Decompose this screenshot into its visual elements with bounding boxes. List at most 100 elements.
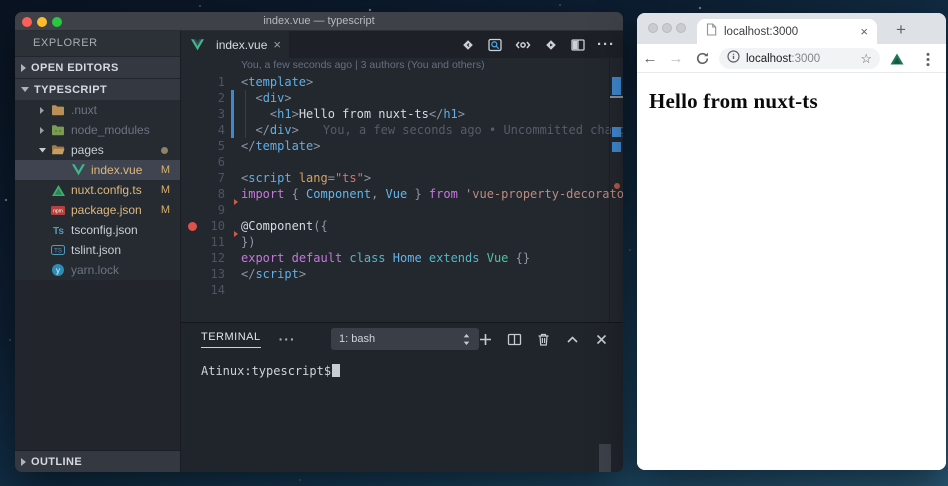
tree-item-.nuxt[interactable]: .nuxt <box>15 100 180 120</box>
desktop: index.vue — typescript EXPLORER OPEN EDI… <box>0 0 948 486</box>
outline-label: OUTLINE <box>31 451 82 473</box>
outline-section[interactable]: OUTLINE <box>15 450 180 472</box>
open-editors-section[interactable]: OPEN EDITORS <box>15 56 180 78</box>
codelens-annotation[interactable]: You, a few seconds ago | 3 authors (You … <box>241 59 485 71</box>
browser-tab[interactable]: localhost:3000 × <box>697 19 877 44</box>
address-bar[interactable]: localhost:3000 ☆ <box>719 48 880 69</box>
more-actions-icon[interactable]: ··· <box>597 40 615 50</box>
tree-item-pages[interactable]: pages <box>15 140 180 160</box>
tslint-icon: TS <box>49 244 67 256</box>
file-label: tsconfig.json <box>71 223 180 237</box>
terminal-panel: TERMINAL ··· 1: bash Atinux:typescript$ <box>180 322 623 472</box>
code-line-9: 9 <box>181 202 609 218</box>
line-number: 1 <box>181 74 225 90</box>
editor-region: index.vue × ··· You, a few seconds ago |… <box>180 31 623 322</box>
tree-item-yarn.lock[interactable]: yyarn.lock <box>15 260 180 280</box>
red-marker-icon <box>234 231 238 237</box>
line-number: 10 <box>181 218 225 234</box>
terminal-scrollbar[interactable] <box>599 444 611 472</box>
menu-icon[interactable] <box>926 52 930 72</box>
terminal-prompt: Atinux:typescript$ <box>181 355 623 379</box>
project-section[interactable]: TYPESCRIPT <box>15 78 180 100</box>
code-line-7: 7<script lang="ts"> <box>181 170 609 186</box>
minimize-window-button[interactable] <box>662 23 672 33</box>
address-text: localhost:3000 <box>746 53 854 65</box>
shell-select[interactable]: 1: bash <box>331 328 479 350</box>
terminal-header: TERMINAL ··· 1: bash <box>181 323 623 355</box>
show-source-icon[interactable] <box>514 37 532 53</box>
folder-open-icon <box>49 144 67 156</box>
select-arrows-icon <box>462 333 471 346</box>
open-editors-label: OPEN EDITORS <box>31 57 119 79</box>
tree-item-index.vue[interactable]: index.vueM <box>15 160 180 180</box>
page-icon <box>706 23 717 41</box>
git-modified-gutter <box>231 90 234 106</box>
browser-tabstrip: localhost:3000 × + <box>637 13 946 44</box>
folder-npm-icon <box>49 124 67 136</box>
ruler-modified-mark <box>612 77 621 95</box>
ts-icon: Ts <box>49 224 67 236</box>
line-number: 13 <box>181 266 225 282</box>
shell-select-value: 1: bash <box>339 333 375 345</box>
tab-index-vue[interactable]: index.vue × <box>181 31 289 58</box>
terminal-tab[interactable]: TERMINAL <box>201 331 261 348</box>
line-number: 3 <box>181 106 225 122</box>
code-editor[interactable]: You, a few seconds ago | 3 authors (You … <box>181 58 623 322</box>
vscode-window: index.vue — typescript EXPLORER OPEN EDI… <box>15 12 623 472</box>
maximize-panel-icon[interactable] <box>565 332 580 347</box>
tree-item-node_modules[interactable]: node_modules <box>15 120 180 140</box>
file-label: .nuxt <box>71 103 180 117</box>
star-icon[interactable]: ☆ <box>860 51 872 67</box>
git-status-badge: M <box>161 204 170 216</box>
chevron-down-icon <box>21 87 29 92</box>
ruler-breakpoint-mark <box>614 183 620 189</box>
browser-content: Hello from nuxt-ts <box>637 73 946 470</box>
vue-icon <box>69 164 87 176</box>
zoom-window-button[interactable] <box>676 23 686 33</box>
line-number: 14 <box>181 282 225 298</box>
new-tab-button[interactable]: + <box>889 18 913 42</box>
overview-ruler[interactable] <box>609 58 623 322</box>
file-tree: .nuxt node_modulespagesindex.vueMnuxt.con… <box>15 100 180 280</box>
browser-window: localhost:3000 × + ← → localhost:3000 ☆ … <box>637 13 946 470</box>
tab-label: index.vue <box>216 38 267 52</box>
tree-item-nuxt.config.ts[interactable]: nuxt.config.tsM <box>15 180 180 200</box>
svg-text:Ts: Ts <box>53 226 64 236</box>
window-controls <box>648 23 686 33</box>
close-panel-icon[interactable] <box>594 332 609 347</box>
line-number: 6 <box>181 154 225 170</box>
editor-tabbar: index.vue × ··· <box>181 31 623 58</box>
git-status-badge: M <box>161 184 170 196</box>
explorer-header: EXPLORER <box>15 31 180 56</box>
close-tab-icon[interactable]: × <box>273 37 281 52</box>
editor-actions: ··· <box>460 31 615 58</box>
run-icon[interactable] <box>543 37 559 53</box>
open-preview-icon[interactable] <box>460 37 476 53</box>
terminal-body[interactable]: Atinux:typescript$ <box>181 355 623 472</box>
split-editor-icon[interactable] <box>570 37 586 53</box>
tree-item-tslint.json[interactable]: TStslint.json <box>15 240 180 260</box>
vscode-titlebar[interactable]: index.vue — typescript <box>15 12 623 31</box>
new-terminal-icon[interactable] <box>478 332 493 347</box>
reload-icon[interactable] <box>689 51 715 66</box>
split-terminal-icon[interactable] <box>507 332 522 347</box>
git-modified-gutter <box>231 122 234 138</box>
info-icon[interactable] <box>727 50 740 68</box>
tree-item-tsconfig.json[interactable]: Ts tsconfig.json <box>15 220 180 240</box>
search-editor-icon[interactable] <box>487 37 503 53</box>
extension-icon[interactable] <box>890 52 904 70</box>
vscode-main: EXPLORER OPEN EDITORS TYPESCRIPT .nuxt no… <box>15 31 623 472</box>
git-blame-annotation: You, a few seconds ago • Uncommitted cha… <box>323 123 623 137</box>
code-line-8: 8import { Component, Vue } from 'vue-pro… <box>181 186 609 202</box>
code-line-6: 6 <box>181 154 609 170</box>
more-icon[interactable]: ··· <box>279 334 296 344</box>
code-line-10: 10@Component({ <box>181 218 609 234</box>
ruler-modified-mark <box>612 127 621 137</box>
kill-terminal-icon[interactable] <box>536 332 551 347</box>
tree-item-package.json[interactable]: npmpackage.jsonM <box>15 200 180 220</box>
close-tab-icon[interactable]: × <box>860 24 868 39</box>
git-status-badge: M <box>161 164 170 176</box>
forward-icon[interactable]: → <box>663 50 689 67</box>
close-window-button[interactable] <box>648 23 658 33</box>
back-icon[interactable]: ← <box>637 50 663 67</box>
